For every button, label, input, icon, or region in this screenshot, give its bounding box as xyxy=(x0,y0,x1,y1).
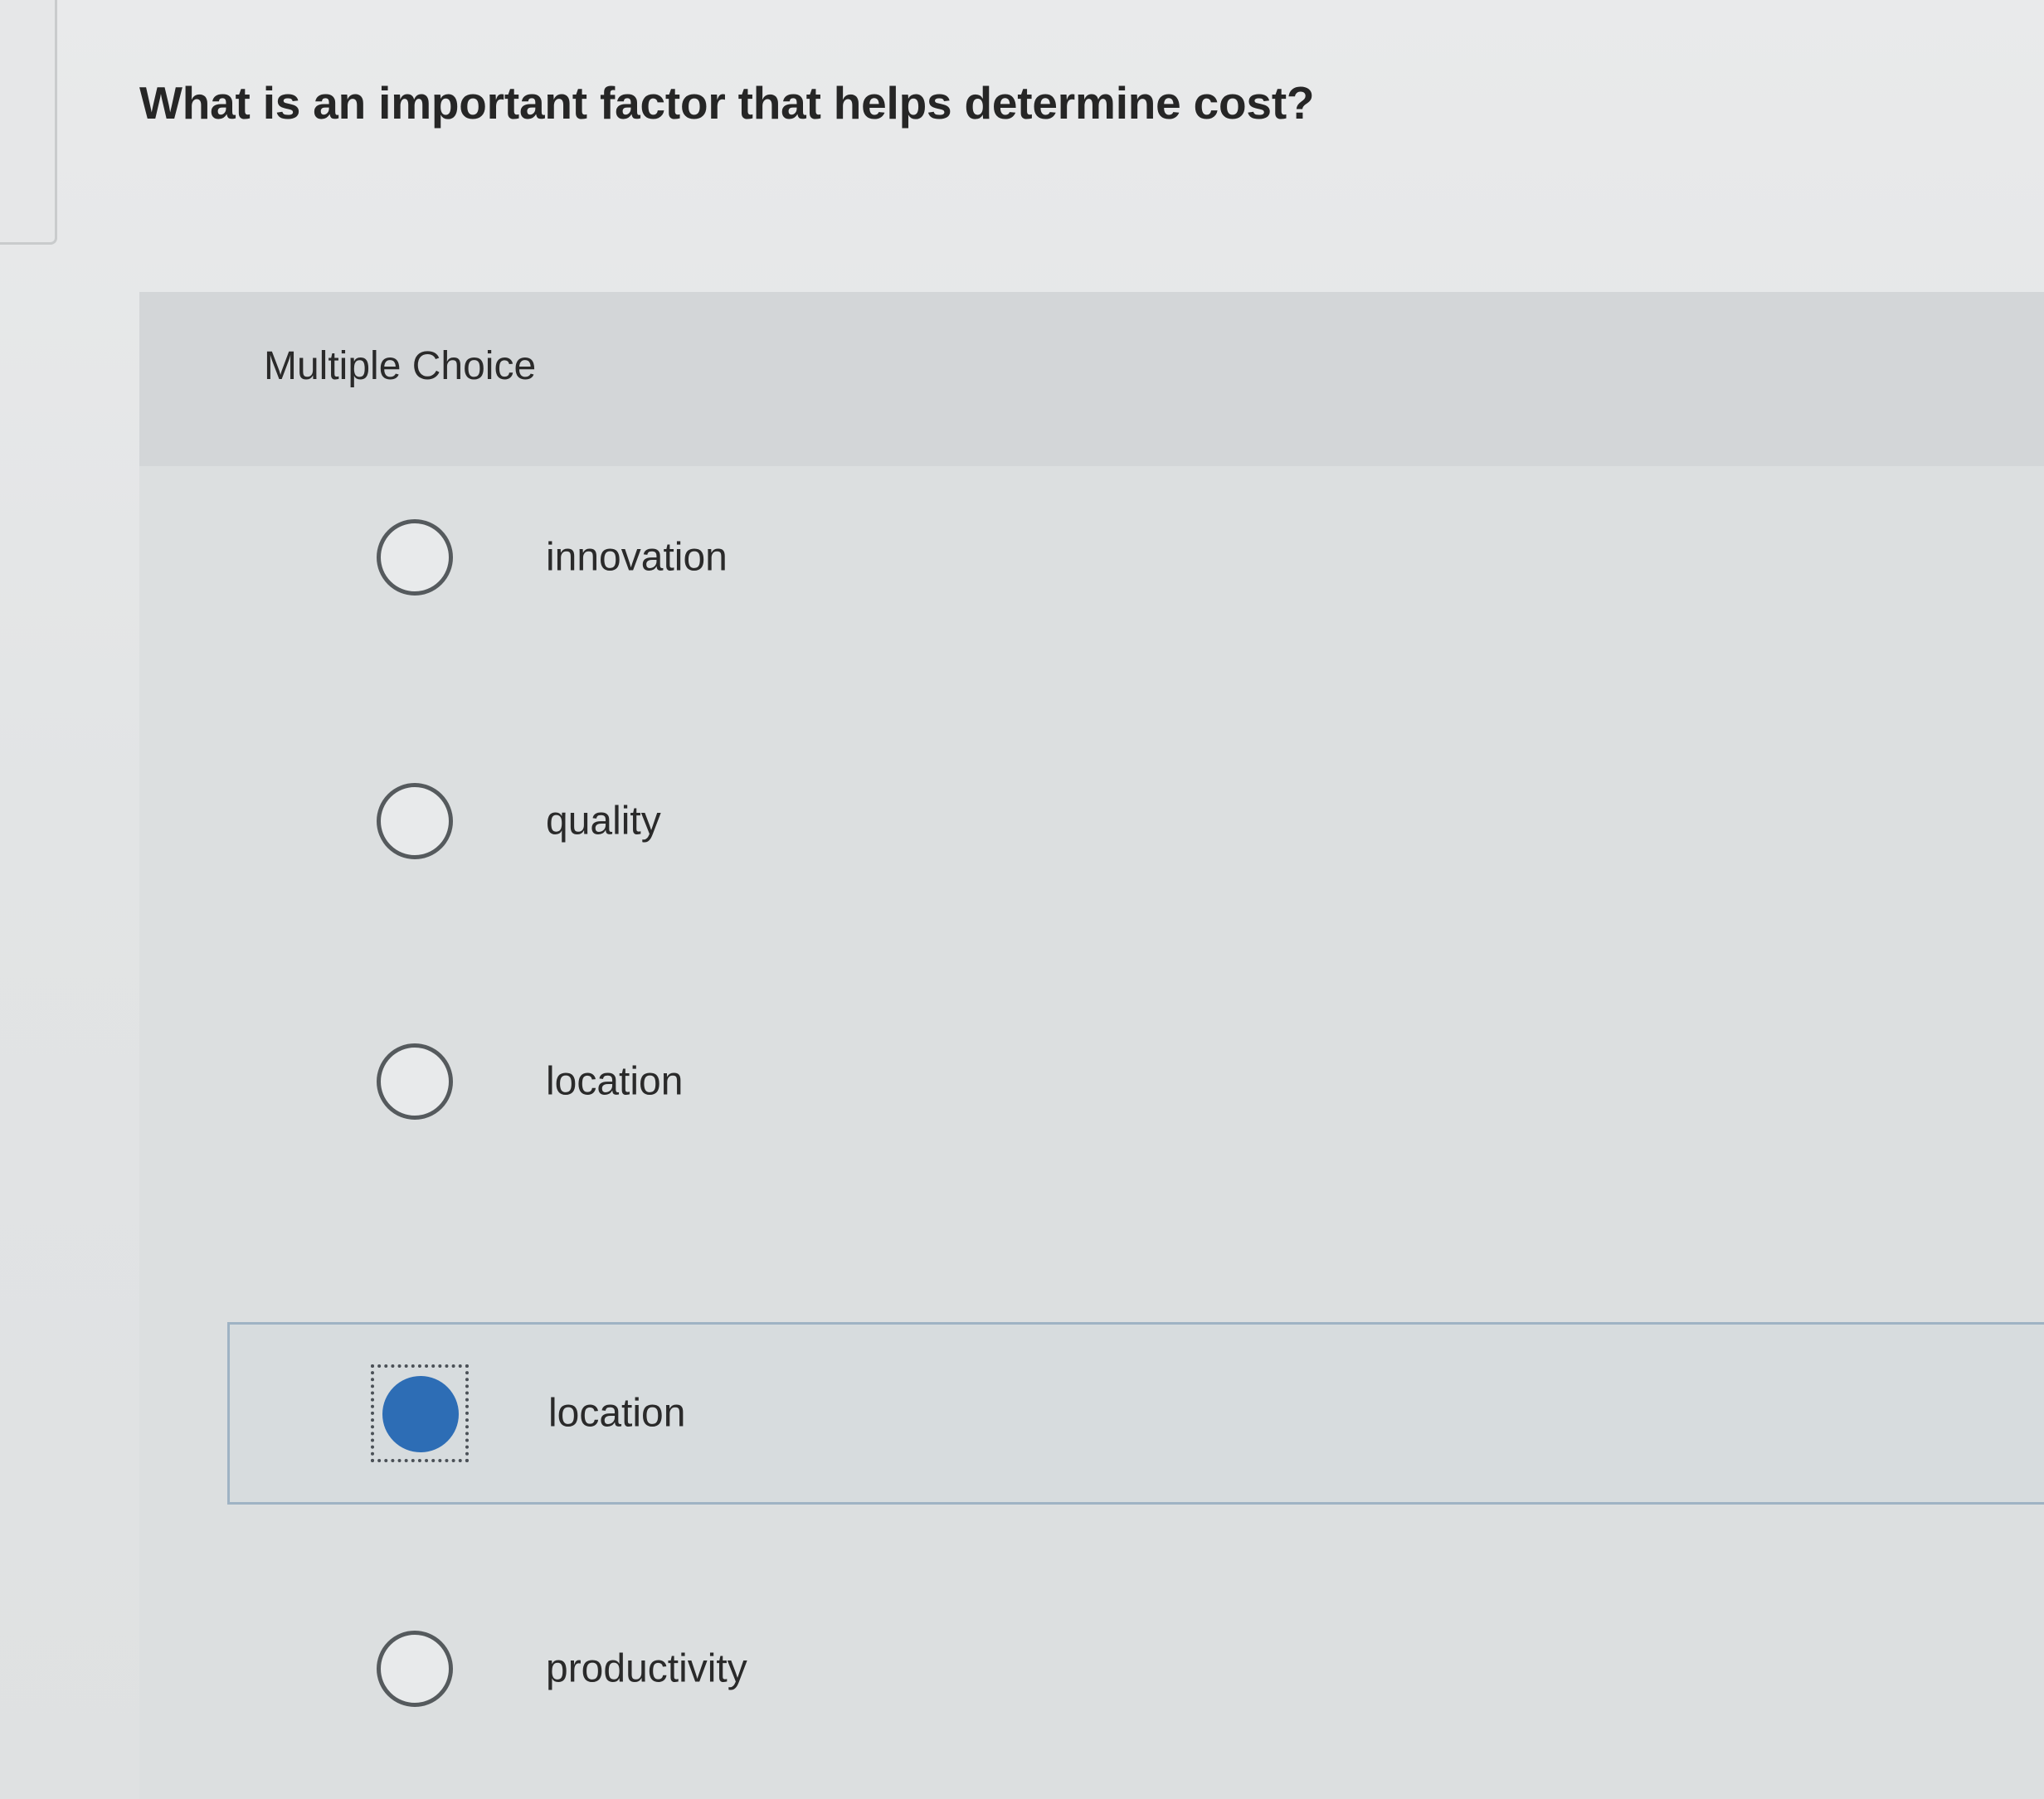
answer-panel: Multiple Choice innovation quality locat… xyxy=(139,292,2044,1799)
option-label: innovation xyxy=(546,535,728,580)
option-location-selected[interactable]: location xyxy=(227,1322,2044,1505)
question-text: What is an important factor that helps d… xyxy=(139,77,1315,129)
option-label: quality xyxy=(546,799,661,844)
option-location[interactable]: location xyxy=(227,990,2044,1173)
radio-button[interactable] xyxy=(377,1631,453,1707)
panel-header: Multiple Choice xyxy=(139,292,2044,466)
option-productivity[interactable]: productivity xyxy=(227,1578,2044,1760)
option-quality[interactable]: quality xyxy=(227,730,2044,912)
radio-button[interactable] xyxy=(377,783,453,859)
quiz-page: What is an important factor that helps d… xyxy=(0,0,2044,1799)
option-innovation[interactable]: innovation xyxy=(227,466,2044,649)
option-label: location xyxy=(548,1391,686,1436)
radio-button[interactable] xyxy=(377,1043,453,1120)
option-label: productivity xyxy=(546,1646,747,1691)
side-frame xyxy=(0,0,57,245)
radio-button-selected[interactable] xyxy=(371,1364,469,1462)
option-label: location xyxy=(546,1059,684,1104)
radio-button[interactable] xyxy=(377,519,453,596)
radio-selected-dot xyxy=(382,1376,459,1452)
question-type-label: Multiple Choice xyxy=(264,344,537,388)
